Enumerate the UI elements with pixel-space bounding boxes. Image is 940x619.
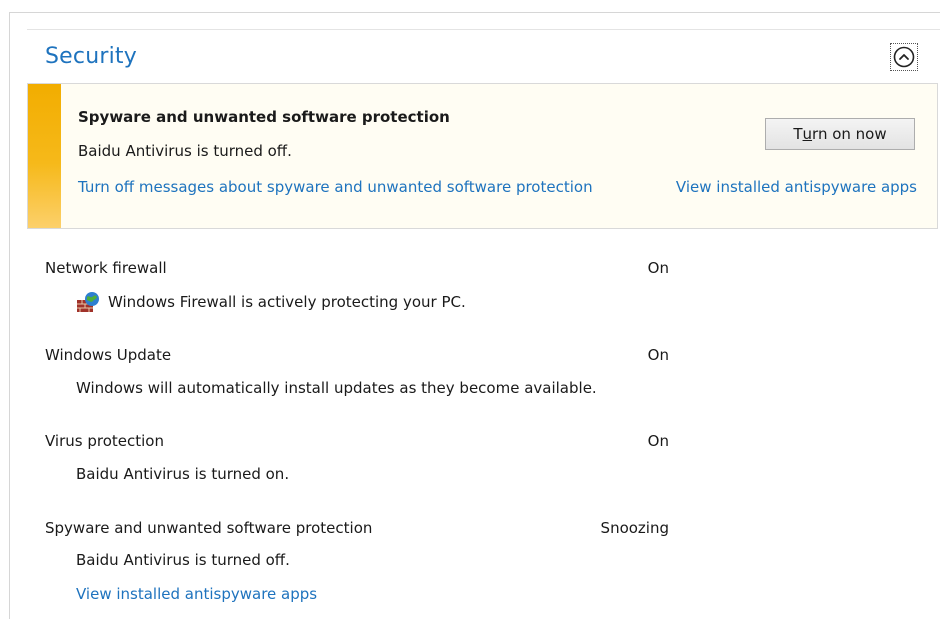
virus-protection-status: On <box>647 432 669 450</box>
turn-on-now-label-prefix: T <box>793 125 803 143</box>
collapse-button[interactable] <box>890 43 918 71</box>
spyware-protection-label: Spyware and unwanted software protection <box>45 519 373 537</box>
virus-protection-label: Virus protection <box>45 432 164 450</box>
firewall-icon <box>76 291 100 313</box>
network-firewall-label: Network firewall <box>45 259 167 277</box>
chevron-up-icon <box>893 46 915 68</box>
network-firewall-status: On <box>647 259 669 277</box>
turn-on-now-accesskey: u <box>802 125 813 143</box>
left-divider <box>9 12 10 619</box>
network-firewall-description-text: Windows Firewall is actively protecting … <box>108 293 466 311</box>
header-divider <box>27 29 940 30</box>
windows-update-label: Windows Update <box>45 346 172 364</box>
spyware-view-antispyware-apps-link[interactable]: View installed antispyware apps <box>76 585 317 603</box>
alert-accent-bar <box>28 84 61 228</box>
alert-status: Baidu Antivirus is turned off. <box>78 142 292 160</box>
view-antispyware-apps-link[interactable]: View installed antispyware apps <box>676 176 917 198</box>
spyware-protection-description: Baidu Antivirus is turned off. <box>76 551 290 569</box>
network-firewall-description: Windows Firewall is actively protecting … <box>76 291 466 313</box>
security-panel: Security Spyware and unwanted software p… <box>0 0 940 619</box>
turn-on-now-button[interactable]: Tu rn on now <box>765 118 915 150</box>
turn-on-now-label-suffix: rn on now <box>812 125 887 143</box>
spyware-protection-status: Snoozing <box>600 519 669 537</box>
top-divider <box>9 12 940 13</box>
spyware-alert: Spyware and unwanted software protection… <box>27 83 938 229</box>
turn-off-messages-link[interactable]: Turn off messages about spyware and unwa… <box>78 176 598 198</box>
alert-heading: Spyware and unwanted software protection <box>78 108 450 126</box>
windows-update-status: On <box>647 346 669 364</box>
windows-update-description: Windows will automatically install updat… <box>76 379 597 397</box>
virus-protection-description: Baidu Antivirus is turned on. <box>76 465 290 483</box>
section-title[interactable]: Security <box>45 43 137 71</box>
